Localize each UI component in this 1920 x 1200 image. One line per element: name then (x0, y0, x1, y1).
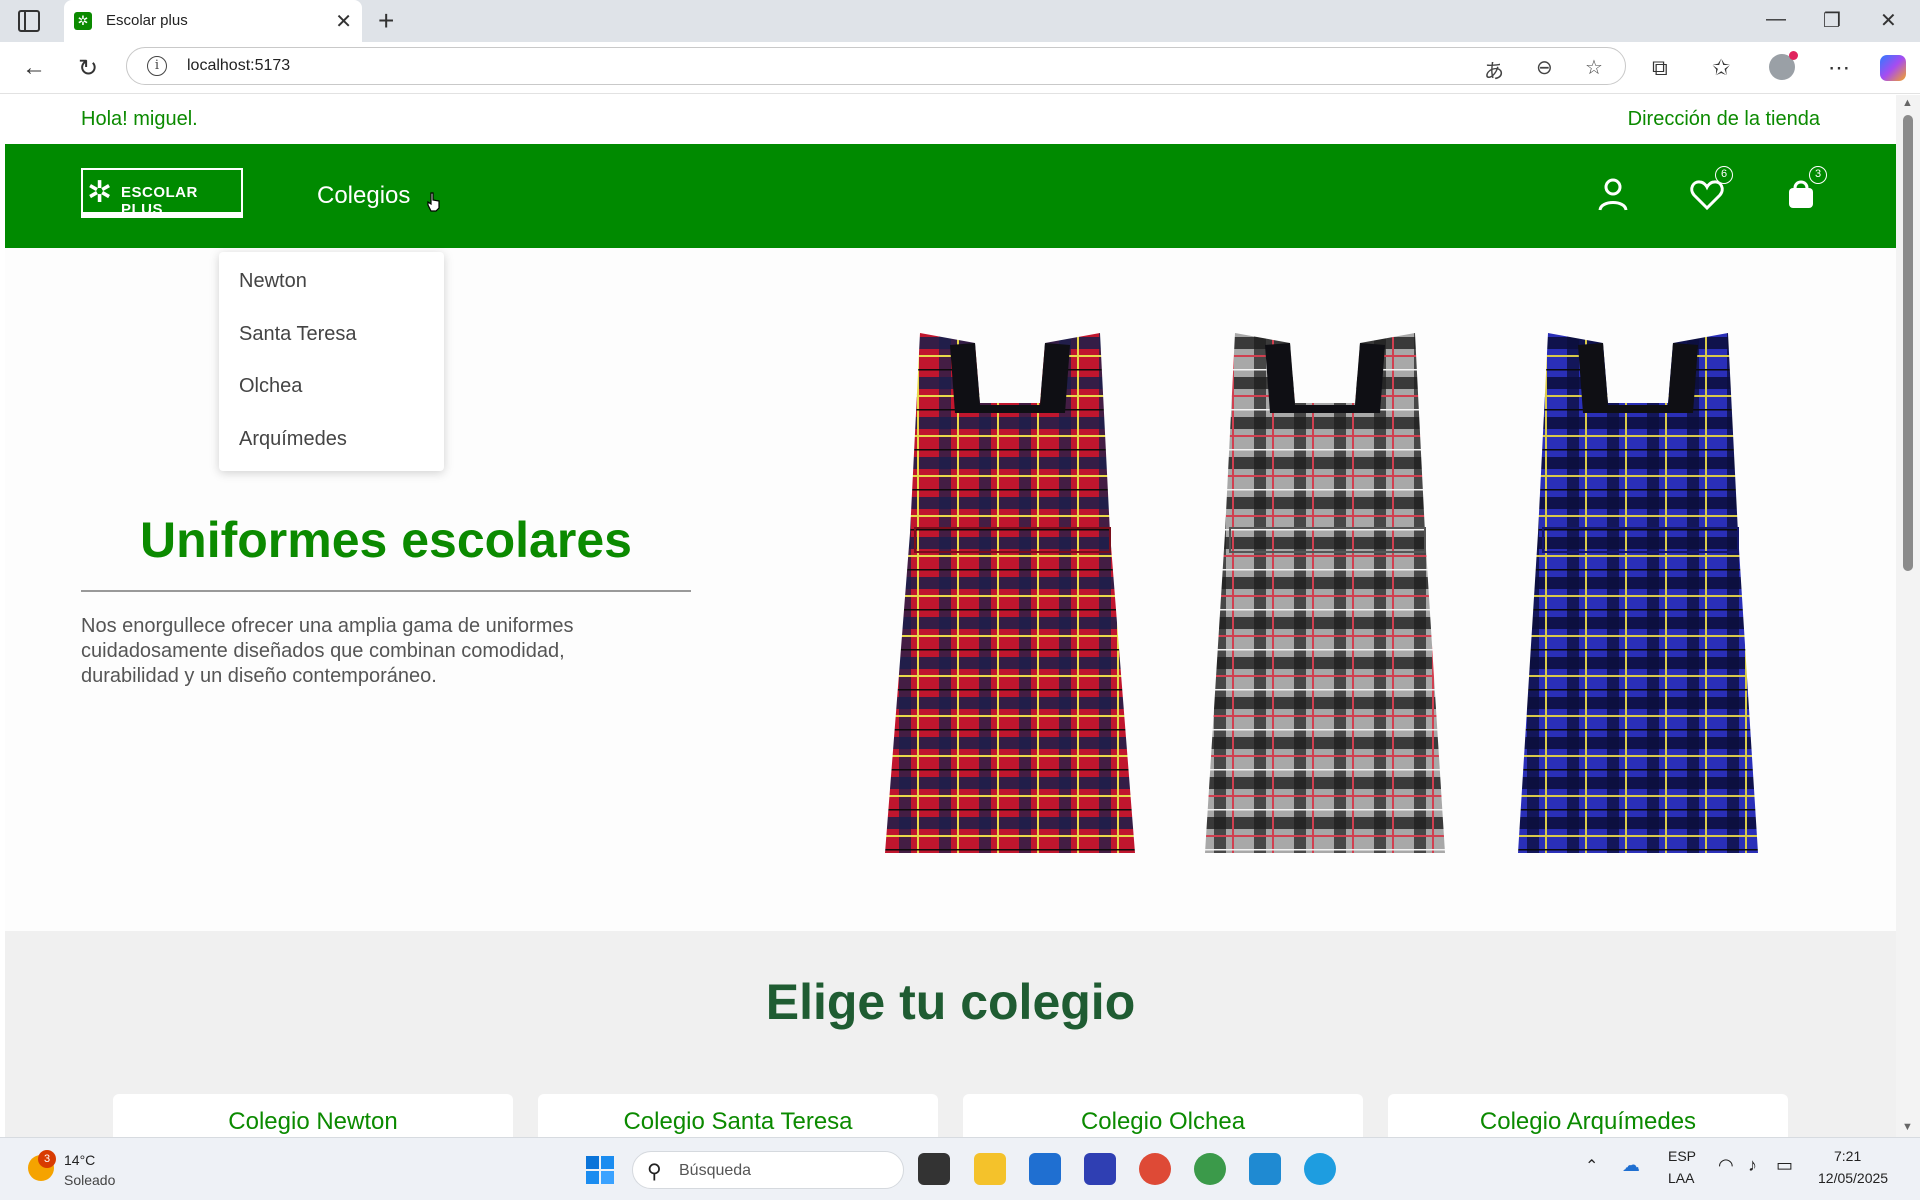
app-m-icon[interactable] (1084, 1153, 1116, 1185)
tab-actions-icon[interactable] (18, 10, 40, 32)
vscode-icon[interactable] (1249, 1153, 1281, 1185)
weather-badge: 3 (38, 1150, 56, 1168)
chrome-icon[interactable] (1139, 1153, 1171, 1185)
task-view-icon[interactable] (918, 1153, 950, 1185)
dropdown-item-newton[interactable]: Newton (239, 270, 307, 293)
uniform-dress-grey-image[interactable] (1200, 323, 1450, 863)
site-info-icon[interactable]: i (147, 56, 167, 76)
edge-icon[interactable] (1304, 1153, 1336, 1185)
page-scrollbar[interactable]: ▲ ▼ (1896, 95, 1920, 1137)
school-card-title: Colegio Newton (228, 1108, 398, 1135)
file-explorer-icon[interactable] (974, 1153, 1006, 1185)
browser-titlebar: ✲ Escolar plus ✕ + — ❐ ✕ (0, 0, 1920, 42)
translate-icon[interactable]: あ (1484, 55, 1504, 84)
user-greeting: Hola! miguel. (81, 108, 198, 130)
scroll-up-icon[interactable]: ▲ (1902, 97, 1913, 109)
reload-icon[interactable]: ↻ (78, 54, 98, 83)
school-card-title: Colegio Arquímedes (1479, 1108, 1697, 1135)
profile-avatar-icon[interactable] (1769, 51, 1798, 80)
favorite-star-icon[interactable]: ☆ (1585, 55, 1603, 80)
top-info-bar: Hola! miguel. Dirección de la tienda (5, 95, 1896, 144)
taskbar-search-placeholder: Búsqueda (679, 1162, 752, 1179)
chrome-profile-icon[interactable] (1194, 1153, 1226, 1185)
site-logo[interactable]: ✲ ESCOLAR PLUS (81, 168, 243, 218)
cart-count-badge: 3 (1809, 166, 1827, 184)
restore-icon[interactable]: ❐ (1823, 8, 1841, 33)
school-card-santa-teresa[interactable]: Colegio Santa Teresa (538, 1094, 938, 1137)
account-icon[interactable] (1593, 174, 1633, 214)
school-card-arquimedes[interactable]: Colegio Arquímedes (1388, 1094, 1788, 1137)
browser-toolbar: ← ↻ i localhost:5173 あ ⊖ ☆ (0, 42, 1920, 94)
taskbar-search[interactable]: ⚲ Búsqueda (632, 1151, 904, 1189)
uniform-dress-blue-image[interactable] (1513, 323, 1763, 863)
browser-tab-active[interactable]: ✲ Escolar plus ✕ (64, 0, 362, 42)
school-card-title: Colegio Olchea (1080, 1108, 1246, 1135)
tab-close-icon[interactable]: ✕ (335, 9, 352, 34)
wifi-icon[interactable]: ◠ (1718, 1155, 1734, 1176)
dropdown-item-arquimedes[interactable]: Arquímedes (239, 428, 347, 451)
logo-text: ESCOLAR PLUS (121, 184, 198, 218)
store-address-link[interactable]: Dirección de la tienda (1628, 108, 1820, 131)
weather-description: Soleado (64, 1172, 116, 1188)
new-tab-icon[interactable]: + (378, 5, 394, 37)
minimize-icon[interactable]: — (1766, 8, 1786, 31)
back-icon[interactable]: ← (22, 54, 46, 82)
hand-cursor-icon (427, 192, 440, 212)
url-text: localhost:5173 (187, 57, 291, 74)
battery-icon[interactable]: ▭ (1776, 1155, 1793, 1176)
hero-title: Uniformes escolares (140, 512, 632, 568)
more-site-icon[interactable]: ⊖ (1536, 55, 1553, 80)
settings-more-icon[interactable]: ⋯ (1828, 55, 1850, 81)
onedrive-icon[interactable]: ☁ (1622, 1155, 1640, 1176)
scrollbar-thumb[interactable] (1903, 115, 1913, 571)
schools-section: Elige tu colegio Colegio Newton Colegio … (5, 931, 1896, 1137)
scroll-down-icon[interactable]: ▼ (1902, 1121, 1913, 1133)
language-line1[interactable]: ESP (1668, 1148, 1696, 1164)
school-card-title: Colegio Santa Teresa (623, 1108, 853, 1135)
school-card-olchea[interactable]: Colegio Olchea (963, 1094, 1363, 1137)
hero-divider (81, 590, 691, 592)
language-line2[interactable]: LAA (1668, 1170, 1694, 1186)
favorites-icon[interactable]: ✩ (1712, 55, 1730, 81)
dropdown-item-olchea[interactable]: Olchea (239, 375, 302, 398)
clock-date[interactable]: 12/05/2025 (1818, 1170, 1888, 1186)
colegios-dropdown: Newton Santa Teresa Olchea Arquímedes (219, 252, 444, 471)
tray-expand-icon[interactable]: ⌃ (1585, 1156, 1598, 1176)
logo-flower-icon: ✲ (87, 176, 113, 209)
main-navbar: ✲ ESCOLAR PLUS Colegios 6 3 (5, 144, 1896, 248)
volume-icon[interactable]: ♪ (1748, 1155, 1757, 1176)
nav-colegios-menu[interactable]: Colegios (317, 182, 410, 210)
extensions-icon[interactable]: ⧉ (1652, 55, 1668, 81)
close-window-icon[interactable]: ✕ (1880, 8, 1897, 33)
search-icon: ⚲ (647, 1161, 662, 1183)
windows-taskbar: 3 14°C Soleado ⚲ Búsqueda ⌃ ☁ ESP LAA ◠ … (0, 1137, 1920, 1200)
favicon-icon: ✲ (74, 12, 92, 30)
windows-start-icon[interactable] (585, 1155, 615, 1185)
cart-bag-icon[interactable]: 3 (1781, 166, 1827, 214)
address-bar[interactable]: i localhost:5173 あ ⊖ ☆ (126, 47, 1626, 85)
copilot-icon[interactable] (1880, 55, 1906, 81)
clock-time[interactable]: 7:21 (1834, 1148, 1861, 1164)
microsoft-store-icon[interactable] (1029, 1153, 1061, 1185)
hero-description: Nos enorgullece ofrecer una amplia gama … (81, 615, 574, 687)
uniform-dress-red-image[interactable] (885, 323, 1135, 863)
weather-temperature: 14°C (64, 1152, 96, 1168)
dropdown-item-santa-teresa[interactable]: Santa Teresa (239, 323, 357, 346)
tab-title: Escolar plus (106, 12, 188, 29)
wishlist-heart-icon[interactable]: 6 (1687, 166, 1733, 214)
schools-section-title: Elige tu colegio (765, 974, 1136, 1030)
school-card-newton[interactable]: Colegio Newton (113, 1094, 513, 1137)
wishlist-count-badge: 6 (1715, 166, 1733, 184)
page-viewport: Hola! miguel. Dirección de la tienda ✲ E… (5, 95, 1896, 1137)
